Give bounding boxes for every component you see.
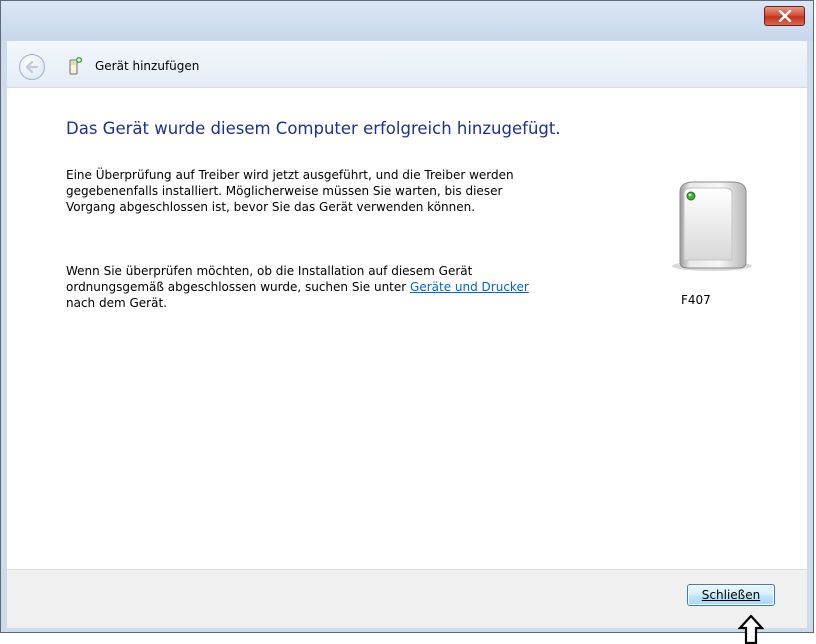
content-area: Das Gerät wurde diesem Computer erfolgre… [7, 88, 807, 569]
close-button[interactable]: Schließen [687, 584, 775, 606]
back-button[interactable] [19, 54, 45, 80]
devices-and-printers-link[interactable]: Geräte und Drucker [410, 280, 529, 294]
verification-text-end: nach dem Gerät. [66, 296, 167, 310]
button-footer: Schließen [7, 569, 807, 628]
device-tower-icon [672, 181, 752, 271]
add-device-window: Gerät hinzufügen Das Gerät wurde diesem … [0, 0, 814, 633]
page-heading: Das Gerät wurde diesem Computer erfolgre… [66, 119, 561, 138]
close-x-icon [778, 10, 791, 22]
driver-info-text: Eine Überprüfung auf Treiber wird jetzt … [66, 168, 514, 214]
close-button-label: Schließen [702, 588, 760, 602]
title-bar [1, 1, 813, 41]
window-title: Gerät hinzufügen [95, 59, 200, 73]
device-add-icon [69, 57, 82, 75]
device-name-label: F407 [681, 293, 711, 307]
verification-info-text: Wenn Sie überprüfen möchten, ob die Inst… [66, 263, 546, 311]
back-arrow-icon [25, 60, 39, 74]
close-button-label-end: hließen [716, 588, 761, 602]
navigation-bar: Gerät hinzufügen [7, 41, 807, 88]
up-arrow-icon [738, 615, 764, 644]
window-close-button[interactable] [764, 6, 805, 26]
